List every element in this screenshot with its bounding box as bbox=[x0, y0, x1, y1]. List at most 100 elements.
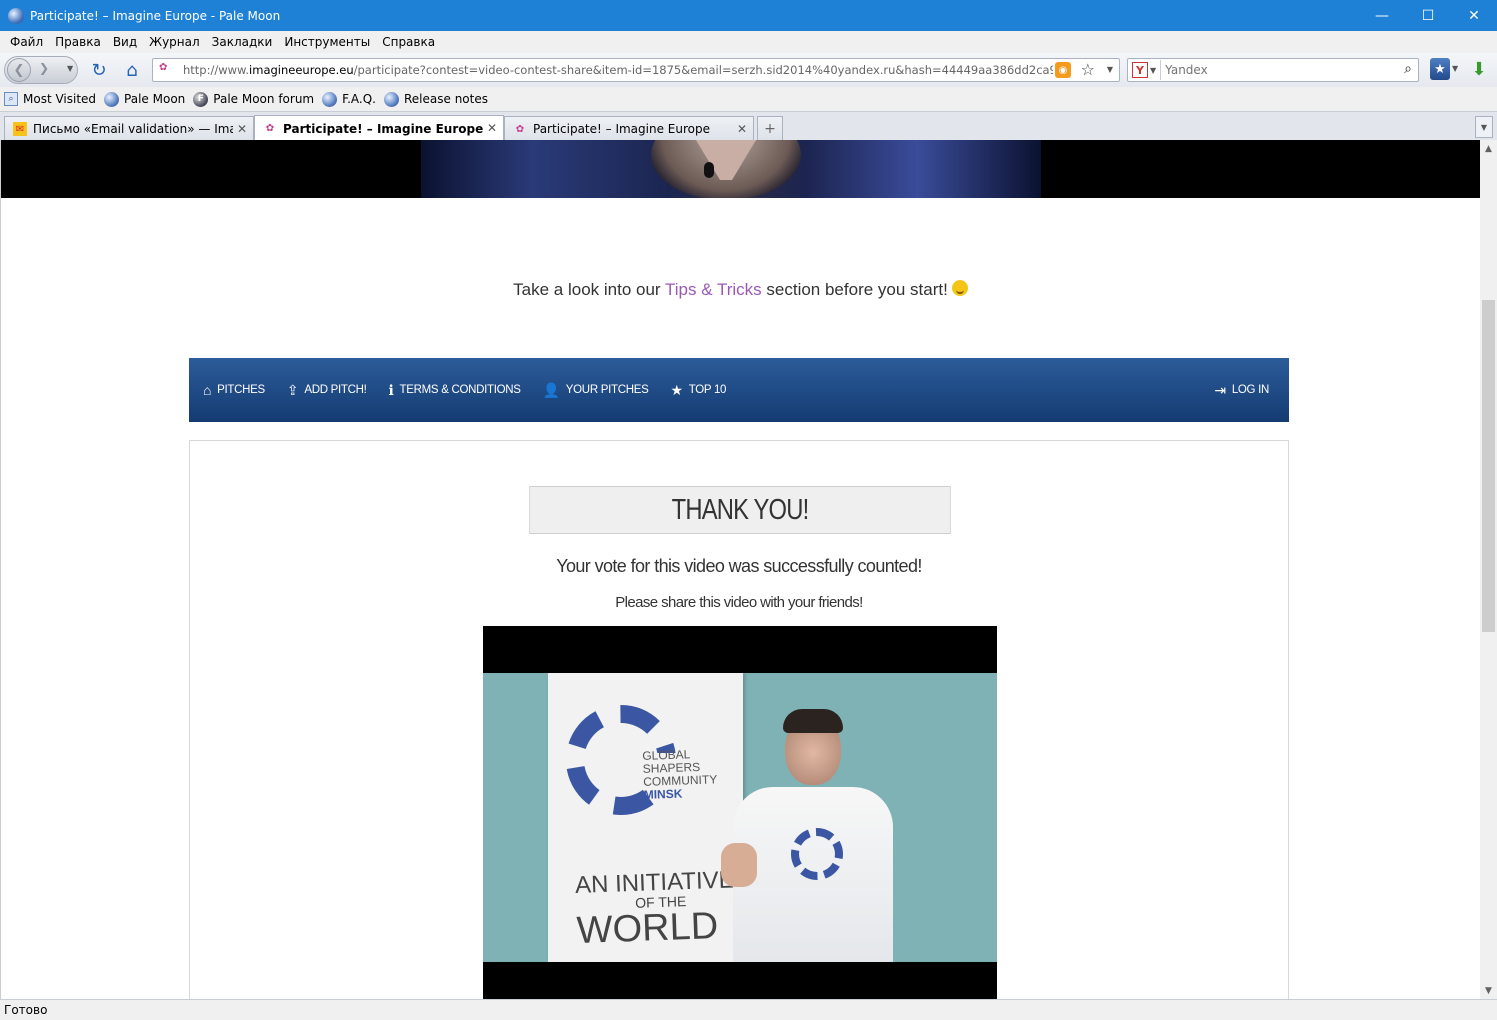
home-button[interactable]: ⌂ bbox=[121, 59, 143, 81]
home-icon: ⌂ bbox=[126, 59, 138, 81]
window-titlebar: Participate! – Imagine Europe - Pale Moo… bbox=[0, 0, 1497, 31]
download-arrow-icon: ⬇ bbox=[1471, 58, 1487, 80]
mail-icon: ✉ bbox=[13, 122, 27, 136]
nav-terms-conditions[interactable]: ℹ Terms & Conditions bbox=[389, 358, 521, 422]
bookmarks-menu-button[interactable]: ★ bbox=[1430, 58, 1450, 80]
search-bar: Y ▼ ⌕ bbox=[1127, 58, 1419, 82]
tab-participate-active[interactable]: ✿ Participate! – Imagine Europe ✕ bbox=[254, 115, 504, 141]
bookmark-most-visited[interactable]: ⌕ Most Visited bbox=[4, 92, 96, 106]
shirt-logo-icon bbox=[791, 828, 843, 880]
menu-bar: Файл Правка Вид Журнал Закладки Инструме… bbox=[0, 31, 1497, 53]
tab-close-icon[interactable]: ✕ bbox=[237, 122, 247, 136]
status-bar: Готово bbox=[0, 999, 1497, 1020]
chevron-down-icon: ▼ bbox=[1480, 122, 1488, 132]
nav-pitches[interactable]: ⌂ Pitches bbox=[203, 358, 265, 422]
presenter-figure bbox=[721, 709, 893, 962]
imagine-europe-icon: ✿ bbox=[515, 123, 525, 135]
vote-counted-message: Your vote for this video was successfull… bbox=[556, 556, 922, 576]
globe-icon bbox=[322, 91, 338, 107]
scrollbar-thumb[interactable] bbox=[1482, 300, 1495, 632]
site-navigation: ⌂ Pitches ⇪ Add Pitch! ℹ Terms & Conditi… bbox=[189, 358, 1289, 422]
bookmarks-star-icon: ★ bbox=[1434, 61, 1446, 77]
hero-background bbox=[421, 140, 1041, 198]
menu-view[interactable]: Вид bbox=[107, 35, 143, 49]
forum-icon: F bbox=[193, 91, 209, 107]
vertical-scrollbar[interactable]: ▲ ▼ bbox=[1480, 140, 1497, 999]
bookmark-release-notes[interactable]: Release notes bbox=[384, 91, 488, 107]
thumbs-up-hand bbox=[721, 843, 757, 887]
vote-result-panel: THANK YOU! Your vote for this video was … bbox=[189, 440, 1289, 999]
tips-and-tricks-link[interactable]: Tips & Tricks bbox=[665, 280, 762, 299]
bookmark-star-icon[interactable]: ☆ bbox=[1081, 60, 1095, 79]
back-forward-group: ❮ ❯ ▼ bbox=[4, 56, 78, 84]
status-text: Готово bbox=[4, 1003, 48, 1017]
nav-add-pitch[interactable]: ⇪ Add Pitch! bbox=[287, 358, 367, 422]
star-icon: ★ bbox=[670, 381, 683, 398]
nav-your-pitches[interactable]: 👤 Your Pitches bbox=[543, 358, 649, 422]
new-tab-button[interactable]: + bbox=[757, 116, 783, 140]
rss-feed-icon[interactable]: ◉ bbox=[1055, 62, 1071, 78]
back-button[interactable]: ❮ bbox=[7, 58, 31, 82]
scroll-down-arrow-icon[interactable]: ▼ bbox=[1480, 982, 1497, 999]
minimize-button[interactable]: — bbox=[1359, 0, 1405, 31]
bookmark-pale-moon-forum[interactable]: F Pale Moon forum bbox=[193, 91, 314, 107]
nav-log-in[interactable]: ⇥ Log in bbox=[1214, 358, 1269, 422]
globe-icon bbox=[384, 91, 399, 107]
search-icon[interactable]: ⌕ bbox=[1404, 61, 1412, 77]
menu-history[interactable]: Журнал bbox=[143, 35, 206, 49]
imagine-europe-icon: ✿ bbox=[265, 123, 275, 134]
smiley-icon bbox=[951, 280, 968, 296]
info-icon: ℹ bbox=[388, 381, 394, 398]
menu-edit[interactable]: Правка bbox=[49, 35, 107, 49]
most-visited-icon: ⌕ bbox=[4, 92, 18, 106]
url-bar[interactable]: ✿ http://www.imagineeurope.eu/participat… bbox=[152, 58, 1120, 82]
menu-help[interactable]: Справка bbox=[376, 35, 441, 49]
tips-line: Take a look into our Tips & Tricks secti… bbox=[1, 280, 1480, 300]
engine-dropdown-icon[interactable]: ▼ bbox=[1150, 66, 1156, 75]
menu-file[interactable]: Файл bbox=[4, 35, 49, 49]
upload-icon: ⇪ bbox=[286, 381, 299, 398]
nav-top-10[interactable]: ★ Top 10 bbox=[670, 358, 726, 422]
window-title: Participate! – Imagine Europe - Pale Moo… bbox=[30, 8, 281, 23]
video-player[interactable]: GLOBAL SHAPERS COMMUNITY MINSK AN INITIA… bbox=[483, 626, 997, 999]
pale-moon-icon bbox=[8, 7, 24, 24]
thank-you-heading: THANK YOU! bbox=[529, 486, 951, 534]
globe-icon bbox=[104, 91, 120, 107]
search-input[interactable] bbox=[1165, 63, 1386, 77]
bookmarks-dropdown-icon[interactable]: ▼ bbox=[1452, 64, 1458, 73]
tab-participate[interactable]: ✿ Participate! – Imagine Europe ✕ bbox=[504, 116, 754, 141]
reload-icon: ↻ bbox=[91, 59, 107, 81]
menu-tools[interactable]: Инструменты bbox=[278, 35, 376, 49]
bookmarks-toolbar: ⌕ Most Visited Pale Moon F Pale Moon for… bbox=[0, 87, 1497, 111]
login-icon: ⇥ bbox=[1214, 381, 1226, 398]
scroll-up-arrow-icon[interactable]: ▲ bbox=[1480, 140, 1497, 157]
url-dropdown-icon[interactable]: ▼ bbox=[1107, 65, 1113, 74]
global-shapers-banner: GLOBAL SHAPERS COMMUNITY MINSK AN INITIA… bbox=[548, 673, 743, 962]
reload-button[interactable]: ↻ bbox=[88, 59, 110, 81]
window-controls: — ☐ ✕ bbox=[1359, 0, 1497, 31]
bookmark-faq[interactable]: F.A.Q. bbox=[322, 91, 376, 107]
menu-bookmarks[interactable]: Закладки bbox=[206, 35, 279, 49]
forward-button[interactable]: ❯ bbox=[39, 61, 49, 75]
microphone-icon bbox=[704, 162, 714, 178]
maximize-button[interactable]: ☐ bbox=[1405, 0, 1451, 31]
home-icon: ⌂ bbox=[203, 382, 212, 398]
history-dropdown-icon[interactable]: ▼ bbox=[67, 64, 73, 73]
plus-icon: + bbox=[764, 120, 776, 137]
back-arrow-icon: ❮ bbox=[13, 62, 25, 78]
navigation-toolbar: ❮ ❯ ▼ ↻ ⌂ ✿ http://www.imagineeurope.eu/… bbox=[0, 53, 1497, 87]
hero-video-banner bbox=[1, 140, 1480, 198]
tab-list-button[interactable]: ▼ bbox=[1475, 116, 1493, 138]
bookmark-pale-moon[interactable]: Pale Moon bbox=[104, 91, 185, 107]
tab-close-icon[interactable]: ✕ bbox=[487, 121, 497, 135]
site-favicon-icon: ✿ bbox=[159, 62, 168, 73]
user-icon: 👤 bbox=[542, 381, 560, 398]
tab-email-validation[interactable]: ✉ Письмо «Email validation» — Imagi... ✕ bbox=[4, 116, 254, 141]
tab-close-icon[interactable]: ✕ bbox=[737, 122, 747, 136]
close-button[interactable]: ✕ bbox=[1451, 0, 1497, 31]
forward-arrow-icon: ❯ bbox=[39, 61, 50, 75]
downloads-button[interactable]: ⬇ bbox=[1468, 58, 1490, 80]
url-text[interactable]: http://www.imagineeurope.eu/participate?… bbox=[183, 63, 1053, 77]
page-viewport: Take a look into our Tips & Tricks secti… bbox=[0, 140, 1480, 999]
yandex-engine-icon[interactable]: Y bbox=[1132, 62, 1148, 78]
